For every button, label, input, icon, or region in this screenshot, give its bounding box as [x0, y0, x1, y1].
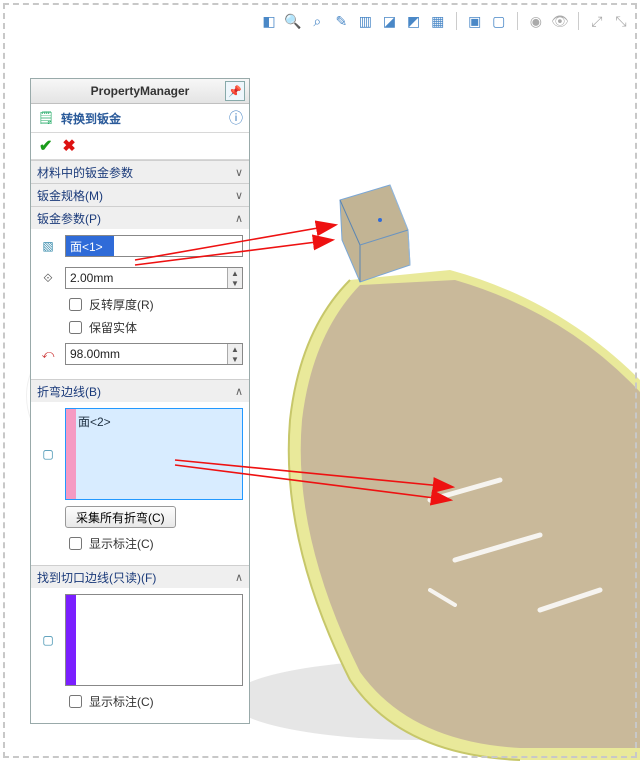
panel-title-bar: PropertyManager 📌	[31, 78, 249, 104]
property-manager-panel: PropertyManager 📌 🗒 转换到钣金 ⓘ ✔ ✖ 材料中的钣金参数…	[30, 78, 250, 724]
section-header[interactable]: 钣金规格(M) ∨	[31, 184, 249, 206]
appearances-icon[interactable]: ▥	[356, 11, 374, 31]
ok-button[interactable]: ✔	[39, 136, 52, 156]
bend-edges-listbox[interactable]: 面<2>	[65, 408, 243, 500]
section-header[interactable]: 折弯边线(B) ∧	[31, 380, 249, 402]
toolbar-separator	[578, 12, 579, 30]
chevron-down-icon: ∨	[235, 189, 243, 202]
section-material-params: 材料中的钣金参数 ∨	[31, 160, 249, 183]
keep-body-checkbox[interactable]: 保留实体	[65, 318, 243, 337]
cancel-button[interactable]: ✖	[62, 136, 75, 156]
zoom-area-icon[interactable]: ⌕	[308, 11, 326, 31]
thickness-input[interactable]: 2.00mm ▲▼	[65, 267, 243, 289]
zoom-to-fit-icon[interactable]: 🔍	[284, 11, 302, 31]
expand-a-icon[interactable]: ⤢	[588, 11, 606, 31]
display-style-icon[interactable]: ◪	[380, 11, 398, 31]
pin-icon[interactable]: 📌	[225, 81, 245, 101]
fixed-face-input[interactable]: 面<1>	[65, 235, 243, 257]
collect-all-bends-button[interactable]: 采集所有折弯(C)	[65, 506, 176, 528]
section-title: 折弯边线(B)	[37, 383, 101, 400]
command-icon: 🗒	[37, 109, 55, 127]
thickness-value: 2.00mm	[70, 271, 113, 285]
rip-edge-icon: ▢	[37, 629, 59, 651]
bend-radius-input[interactable]: 98.00mm ▲▼	[65, 343, 243, 365]
command-header: 🗒 转换到钣金 ⓘ	[31, 104, 249, 133]
expand-b-icon[interactable]: ⤡	[612, 11, 630, 31]
reverse-thickness-checkbox[interactable]: 反转厚度(R)	[65, 295, 243, 314]
chevron-up-icon: ∧	[235, 571, 243, 584]
section-view-icon[interactable]: ✎	[332, 11, 350, 31]
section-bend-edges: 折弯边线(B) ∧ ▢ 面<2> 采集所有折弯(C) 显示标注(C)	[31, 379, 249, 565]
section-title: 钣金规格(M)	[37, 187, 103, 204]
section-title: 钣金参数(P)	[37, 210, 101, 227]
bend-edge-icon: ▢	[37, 443, 59, 465]
chevron-down-icon: ∨	[235, 166, 243, 179]
help-icon[interactable]: ⓘ	[229, 108, 243, 128]
apply-material-icon[interactable]: ▣	[466, 11, 484, 31]
panel-title: PropertyManager	[91, 84, 190, 98]
command-title: 转换到钣金	[61, 110, 121, 127]
rip-edges-listbox[interactable]	[65, 594, 243, 686]
toolbar-separator	[517, 12, 518, 30]
hide-show-icon[interactable]: ◩	[405, 11, 423, 31]
chevron-up-icon: ∧	[235, 212, 243, 225]
toolbar-separator	[456, 12, 457, 30]
bend-edge-item: 面<2>	[78, 413, 111, 430]
camera-icon[interactable]: ◉	[527, 11, 545, 31]
thickness-icon: ⟐	[37, 267, 59, 289]
section-title: 材料中的钣金参数	[37, 164, 133, 181]
section-header[interactable]: 材料中的钣金参数 ∨	[31, 161, 249, 183]
confirm-row: ✔ ✖	[31, 133, 249, 160]
show-callouts-checkbox-2[interactable]: 显示标注(C)	[65, 692, 243, 711]
section-gauge: 钣金规格(M) ∨	[31, 183, 249, 206]
spinner[interactable]: ▲▼	[227, 268, 242, 288]
section-sheetmetal-params: 钣金参数(P) ∧ ▧ 面<1> ⟐ 2.00mm ▲▼ 反转厚度(	[31, 206, 249, 379]
section-header[interactable]: 钣金参数(P) ∧	[31, 207, 249, 229]
selected-face-label: 面<1>	[66, 236, 114, 256]
section-rip-edges: 找到切口边线(只读)(F) ∧ ▢ 显示标注(C)	[31, 565, 249, 723]
section-header[interactable]: 找到切口边线(只读)(F) ∧	[31, 566, 249, 588]
heads-up-view-toolbar: ◧ 🔍 ⌕ ✎ ▥ ◪ ◩ ▦ ▣ ▢ ◉ 👁 ⤢ ⤡	[260, 8, 630, 34]
edit-scene-icon[interactable]: ▦	[429, 11, 447, 31]
app-stage: { "toolbar_icons": ["view-orientation","…	[0, 0, 640, 761]
view-settings-icon[interactable]: ▢	[490, 11, 508, 31]
spinner[interactable]: ▲▼	[227, 344, 242, 364]
bend-radius-icon: ⤺	[37, 343, 59, 365]
chevron-up-icon: ∧	[235, 385, 243, 398]
view-orientation-icon[interactable]: ◧	[260, 11, 278, 31]
show-callouts-checkbox[interactable]: 显示标注(C)	[65, 534, 243, 553]
eye-icon[interactable]: 👁	[551, 11, 569, 31]
section-title: 找到切口边线(只读)(F)	[37, 569, 156, 586]
face-select-icon: ▧	[37, 235, 59, 257]
bend-radius-value: 98.00mm	[70, 347, 120, 361]
